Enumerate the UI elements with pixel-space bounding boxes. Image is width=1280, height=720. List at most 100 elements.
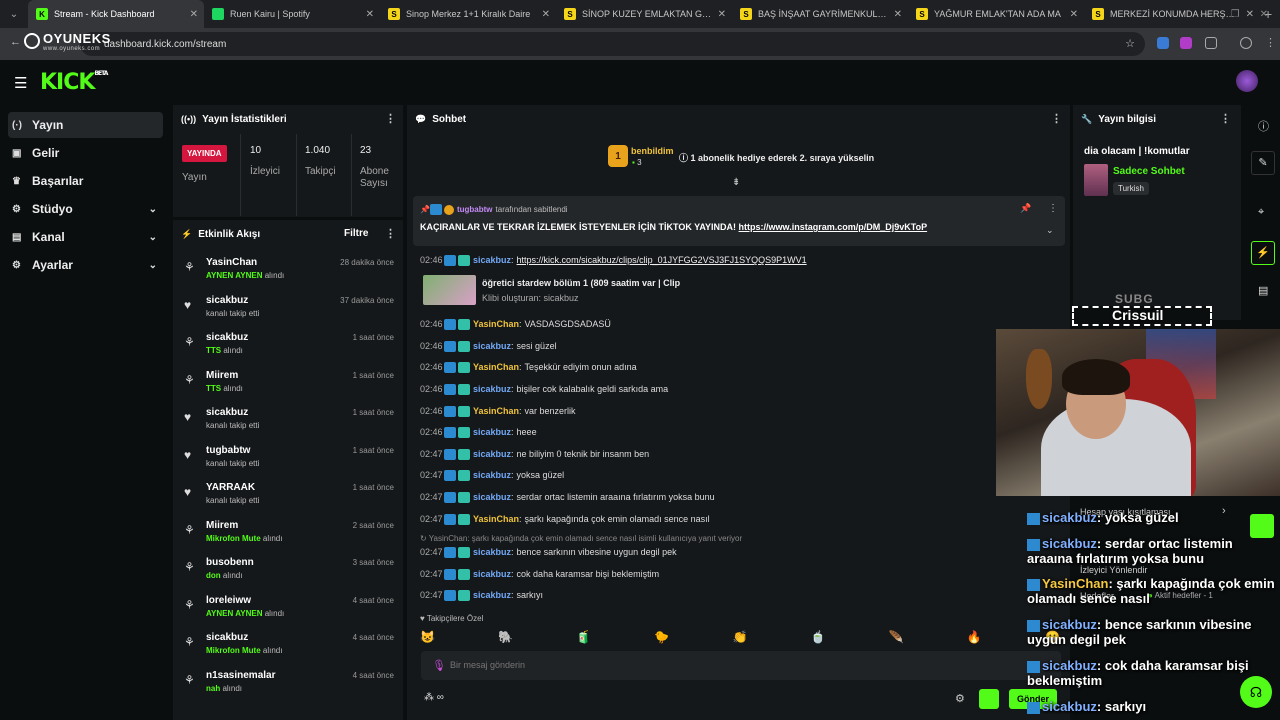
user-avatar[interactable] — [1236, 70, 1258, 92]
browser-tab[interactable]: S BAŞ İNŞAAT GAYRİMENKUL'DE ✕ — [732, 0, 908, 28]
pinned-more-icon[interactable]: ⋮ — [1048, 203, 1058, 214]
extensions-puzzle-icon[interactable] — [1205, 37, 1217, 49]
maximize-icon[interactable]: ❐ — [1231, 9, 1240, 20]
message-user[interactable]: YasinChan — [473, 406, 519, 416]
sidebar-item[interactable]: (·) Yayın — [8, 112, 163, 138]
activity-more-icon[interactable]: ⋮ — [385, 227, 396, 240]
filter-button[interactable]: Filtre — [344, 228, 368, 239]
activity-item[interactable]: ♥ sicakbuz kanalı takip etti 1 saat önce — [180, 402, 400, 439]
message-user[interactable]: sicakbuz — [473, 547, 511, 557]
activity-user[interactable]: loreleiww — [206, 595, 251, 606]
info-more-icon[interactable]: ⋮ — [1220, 112, 1231, 125]
emote-icon[interactable]: 🪶 — [889, 630, 904, 646]
tab-close-icon[interactable]: ✕ — [894, 9, 902, 20]
browser-tab[interactable]: S Sinop Merkez 1+1 Kiralık Daire ✕ — [380, 0, 556, 28]
bookmark-star-icon[interactable]: ☆ — [1125, 37, 1135, 50]
stats-more-icon[interactable]: ⋮ — [385, 112, 396, 125]
emote-icon[interactable]: 👏 — [733, 630, 748, 646]
clip-thumbnail[interactable] — [423, 275, 476, 305]
tab-search-icon[interactable]: ⌄ — [0, 0, 28, 28]
message-user[interactable]: sicakbuz — [473, 449, 511, 459]
scroll-down-icon[interactable]: ⇟ — [732, 177, 740, 188]
emote-icon[interactable]: 🍵 — [811, 630, 826, 646]
activity-item[interactable]: ⚘ sicakbuz Mikrofon Mute alındı 4 saat ö… — [180, 627, 400, 664]
activity-item[interactable]: ⚘ Miirem TTS alındı 1 saat önce — [180, 365, 400, 402]
kick-logo[interactable]: KICKBETA — [40, 70, 108, 95]
activity-item[interactable]: ⚘ YasinChan AYNEN AYNEN alındı 28 dakika… — [180, 252, 400, 289]
leader-name[interactable]: benbildim — [631, 146, 674, 156]
kick-rail-icon[interactable] — [1250, 514, 1274, 538]
message-user[interactable]: YasinChan — [473, 514, 519, 524]
pinned-by-user[interactable]: tugbabtw — [457, 205, 493, 214]
browser-tab[interactable]: S YAĞMUR EMLAK'TAN ADA MA ✕ — [908, 0, 1084, 28]
viewer-redirect-label[interactable]: İzleyici Yönlendir — [1080, 565, 1147, 575]
browser-tab[interactable]: Ruen Kairu | Spotify ✕ — [204, 0, 380, 28]
category-name[interactable]: Sadece Sohbet — [1113, 166, 1185, 177]
chevron-down-icon[interactable]: ⌄ — [149, 260, 157, 271]
info-rail-icon[interactable]: ⓘ — [1258, 118, 1269, 134]
url-field[interactable]: dashboard.kick.com/stream ☆ — [80, 32, 1145, 56]
activity-item[interactable]: ♥ YARRAAK kanalı takip etti 1 saat önce — [180, 477, 400, 514]
activity-user[interactable]: n1sasinemalar — [206, 670, 276, 681]
activity-user[interactable]: sicakbuz — [206, 407, 248, 418]
document-icon[interactable]: ▤ — [1258, 284, 1268, 297]
message-user[interactable]: sicakbuz — [473, 255, 511, 265]
sidebar-item[interactable]: ▣ Gelir — [8, 140, 163, 166]
sidebar-item[interactable]: ⚙ Ayarlar ⌄ — [8, 252, 163, 278]
message-user[interactable]: sicakbuz — [473, 427, 511, 437]
sidebar-item[interactable]: ▤ Kanal ⌄ — [8, 224, 163, 250]
activity-user[interactable]: sicakbuz — [206, 632, 248, 643]
activity-user[interactable]: sicakbuz — [206, 332, 248, 343]
message-user[interactable]: sicakbuz — [473, 341, 511, 351]
message-text[interactable]: https://kick.com/sicakbuz/clips/clip_01J… — [517, 255, 807, 265]
back-icon[interactable]: ← — [10, 36, 21, 48]
chevron-down-icon[interactable]: ⌄ — [149, 232, 157, 243]
message-user[interactable]: sicakbuz — [473, 470, 511, 480]
minimize-icon[interactable]: — — [1201, 9, 1211, 20]
browser-tab[interactable]: K Stream - Kick Dashboard ✕ — [28, 0, 204, 28]
activity-item[interactable]: ♥ sicakbuz kanalı takip etti 37 dakika ö… — [180, 290, 400, 327]
activity-item[interactable]: ⚘ loreleiww AYNEN AYNEN alındı 4 saat ön… — [180, 590, 400, 627]
pinned-link[interactable]: https://www.instagram.com/p/DM_Dj9vKToP — [739, 222, 928, 232]
clip-title[interactable]: öğretici stardew bölüm 1 (809 saatim var… — [482, 278, 680, 288]
browser-menu-icon[interactable]: ⋮ — [1265, 36, 1276, 49]
gear-icon[interactable]: ⚙ — [955, 692, 965, 705]
support-chat-icon[interactable]: ☊ — [1240, 676, 1272, 708]
tab-close-icon[interactable]: ✕ — [190, 9, 198, 20]
tab-close-icon[interactable]: ✕ — [1070, 9, 1078, 20]
kick-emote-icon[interactable] — [979, 689, 999, 709]
tab-close-icon[interactable]: ✕ — [718, 9, 726, 20]
chevron-right-icon[interactable]: › — [1222, 505, 1226, 517]
emote-icon[interactable]: 🐘 — [498, 630, 513, 646]
tab-close-icon[interactable]: ✕ — [542, 9, 550, 20]
activity-user[interactable]: Miirem — [206, 520, 238, 531]
unpin-icon[interactable]: 📌 — [1020, 203, 1031, 214]
message-user[interactable]: sicakbuz — [473, 384, 511, 394]
extension-icon-2[interactable] — [1180, 37, 1192, 49]
activity-item[interactable]: ♥ tugbabtw kanalı takip etti 1 saat önce — [180, 440, 400, 477]
target-icon[interactable]: ⌖ — [1258, 206, 1264, 219]
message-user[interactable]: sicakbuz — [473, 569, 511, 579]
message-user[interactable]: sicakbuz — [473, 590, 511, 600]
chat-input[interactable] — [450, 655, 1010, 675]
message-user[interactable]: YasinChan — [473, 319, 519, 329]
sidebar-item[interactable]: ♛ Başarılar — [8, 168, 163, 194]
extension-icon-1[interactable] — [1157, 37, 1169, 49]
emote-icon[interactable]: 🔥 — [967, 630, 982, 646]
activity-user[interactable]: YasinChan — [206, 257, 257, 268]
pinned-expand-icon[interactable]: ⌄ — [1046, 225, 1054, 236]
profile-icon[interactable] — [1240, 37, 1252, 49]
message-user[interactable]: YasinChan — [473, 362, 519, 372]
activity-item[interactable]: ⚘ busobenn don alındı 3 saat önce — [180, 552, 400, 589]
browser-tab[interactable]: S SİNOP KUZEY EMLAKTAN GELİ ✕ — [556, 0, 732, 28]
activity-user[interactable]: tugbabtw — [206, 445, 250, 456]
hamburger-menu-icon[interactable]: ☰ — [14, 74, 27, 92]
message-user[interactable]: sicakbuz — [473, 492, 511, 502]
tab-close-icon[interactable]: ✕ — [366, 9, 374, 20]
activity-user[interactable]: busobenn — [206, 557, 254, 568]
close-window-icon[interactable]: ✕ — [1260, 9, 1268, 20]
microphone-icon[interactable]: 🎙 — [432, 659, 446, 672]
emote-icon[interactable]: 🐤 — [654, 630, 669, 646]
activity-item[interactable]: ⚘ n1sasinemalar nah alındı 4 saat önce — [180, 665, 400, 702]
activity-item[interactable]: ⚘ Miirem Mikrofon Mute alındı 2 saat önc… — [180, 515, 400, 552]
